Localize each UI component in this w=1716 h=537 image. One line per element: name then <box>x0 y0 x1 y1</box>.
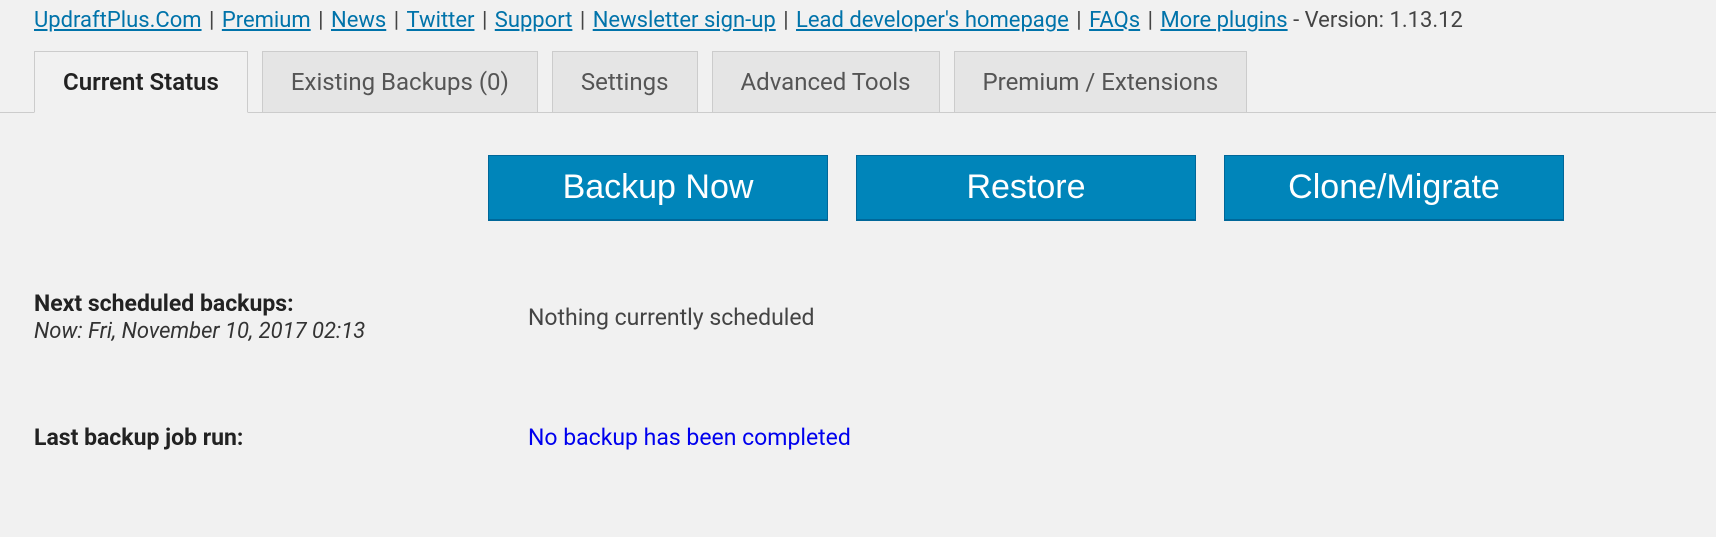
restore-button[interactable]: Restore <box>856 155 1196 220</box>
separator: | <box>207 8 222 33</box>
tab-existing-backups[interactable]: Existing Backups (0) <box>262 51 538 112</box>
link-twitter[interactable]: Twitter <box>407 8 475 33</box>
tabs-container: Current Status Existing Backups (0) Sett… <box>0 51 1716 113</box>
last-job-value: No backup has been completed <box>528 424 851 451</box>
separator: | <box>316 8 331 33</box>
separator: | <box>392 8 407 33</box>
link-developer-homepage[interactable]: Lead developer's homepage <box>796 8 1069 33</box>
link-premium[interactable]: Premium <box>222 8 311 33</box>
link-more-plugins[interactable]: More plugins <box>1160 8 1287 33</box>
now-timestamp: Now: Fri, November 10, 2017 02:13 <box>34 319 488 344</box>
next-scheduled-left: Next scheduled backups: Now: Fri, Novemb… <box>34 290 488 344</box>
link-updraftplus[interactable]: UpdraftPlus.Com <box>34 8 202 33</box>
action-buttons: Backup Now Restore Clone/Migrate <box>0 113 1716 220</box>
tab-current-status[interactable]: Current Status <box>34 51 248 113</box>
separator: | <box>578 8 593 33</box>
next-scheduled-label: Next scheduled backups: <box>34 290 488 317</box>
separator: | <box>480 8 495 33</box>
tab-advanced-tools[interactable]: Advanced Tools <box>712 51 940 112</box>
backup-now-button[interactable]: Backup Now <box>488 155 828 220</box>
last-job-label: Last backup job run: <box>34 424 488 451</box>
separator: | <box>781 8 796 33</box>
last-job-left: Last backup job run: <box>34 424 488 451</box>
next-scheduled-value: Nothing currently scheduled <box>528 290 815 344</box>
version-text: - Version: 1.13.12 <box>1293 8 1463 33</box>
clone-migrate-button[interactable]: Clone/Migrate <box>1224 155 1564 220</box>
header-links: UpdraftPlus.Com | Premium | News | Twitt… <box>0 8 1716 51</box>
link-news[interactable]: News <box>331 8 386 33</box>
separator: | <box>1074 8 1089 33</box>
tab-settings[interactable]: Settings <box>552 51 698 112</box>
link-newsletter[interactable]: Newsletter sign-up <box>593 8 776 33</box>
next-scheduled-section: Next scheduled backups: Now: Fri, Novemb… <box>0 220 1716 344</box>
link-faqs[interactable]: FAQs <box>1089 8 1140 33</box>
tab-premium-extensions[interactable]: Premium / Extensions <box>954 51 1248 112</box>
separator: | <box>1146 8 1161 33</box>
last-job-section: Last backup job run: No backup has been … <box>0 344 1716 451</box>
link-support[interactable]: Support <box>495 8 573 33</box>
